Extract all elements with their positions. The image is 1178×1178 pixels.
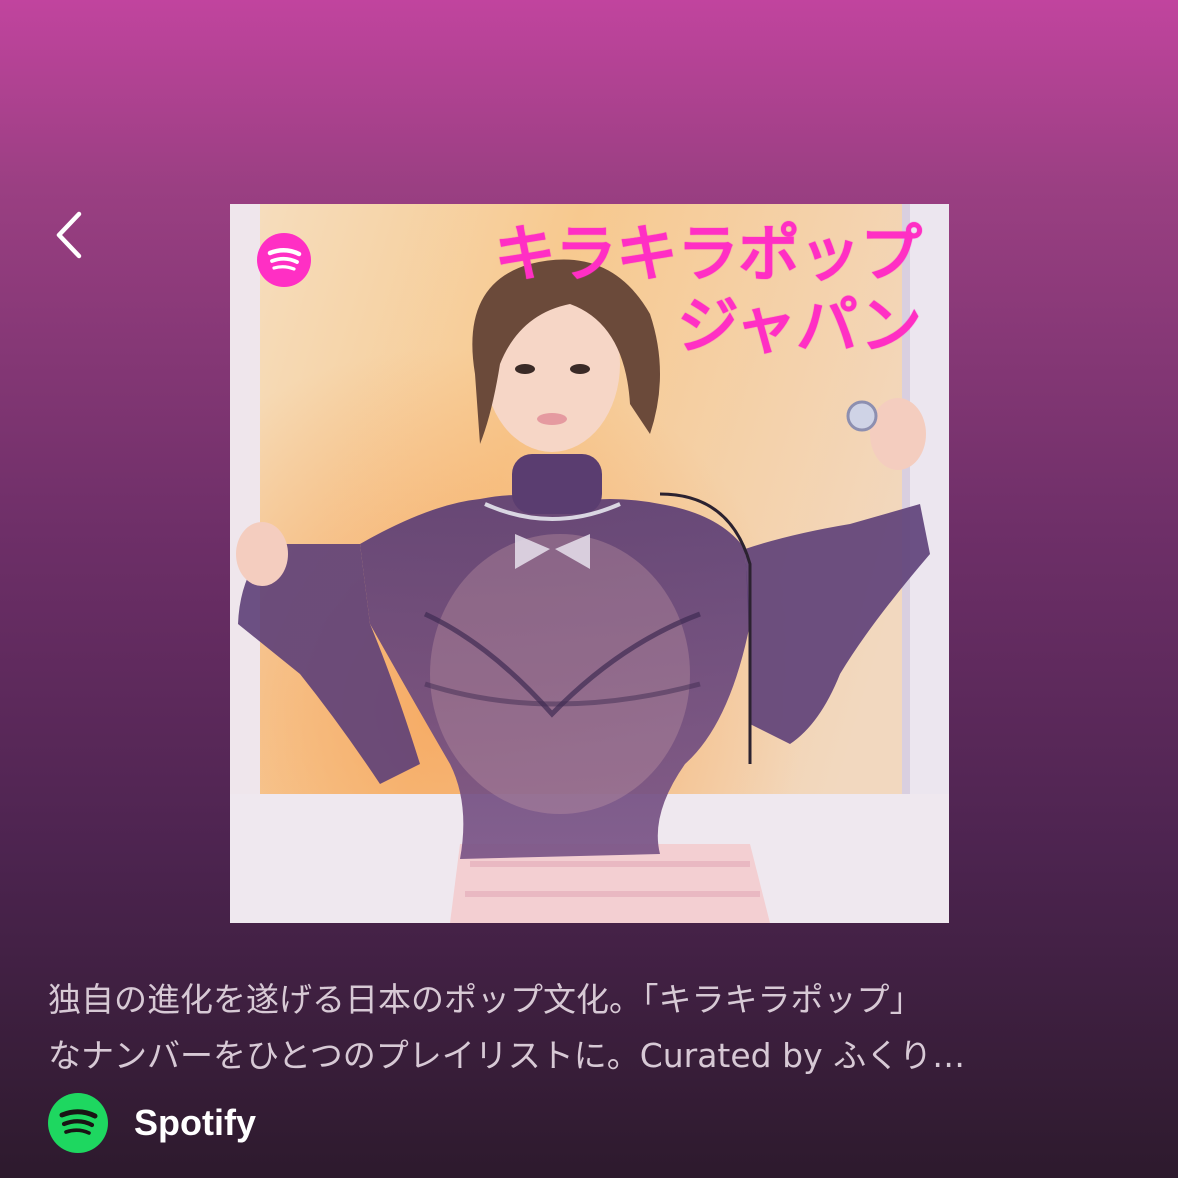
back-button[interactable]	[48, 202, 100, 266]
cover-title-line: ジャパン	[676, 289, 922, 362]
cover-title: キラキラポップ ジャパン	[493, 217, 922, 362]
brand-name: Spotify	[134, 1102, 256, 1143]
chevron-left-icon	[56, 211, 82, 259]
playlist-description[interactable]: 独自の進化を遂げる日本のポップ文化。「キラキラポップ」 なナンバーをひとつのプレ…	[48, 972, 1138, 1084]
description-line: 独自の進化を遂げる日本のポップ文化。「キラキラポップ」	[48, 980, 923, 1019]
cover-title-line: キラキラポップ	[493, 217, 922, 290]
description-line: なナンバーをひとつのプレイリストに。Curated by ふくり…	[48, 1036, 966, 1075]
spotify-logo-icon	[48, 1093, 108, 1153]
playlist-cover[interactable]: キラキラポップ ジャパン	[230, 204, 949, 923]
spotify-link[interactable]: Spotify	[48, 1093, 256, 1153]
spotify-logo-icon	[257, 233, 311, 287]
